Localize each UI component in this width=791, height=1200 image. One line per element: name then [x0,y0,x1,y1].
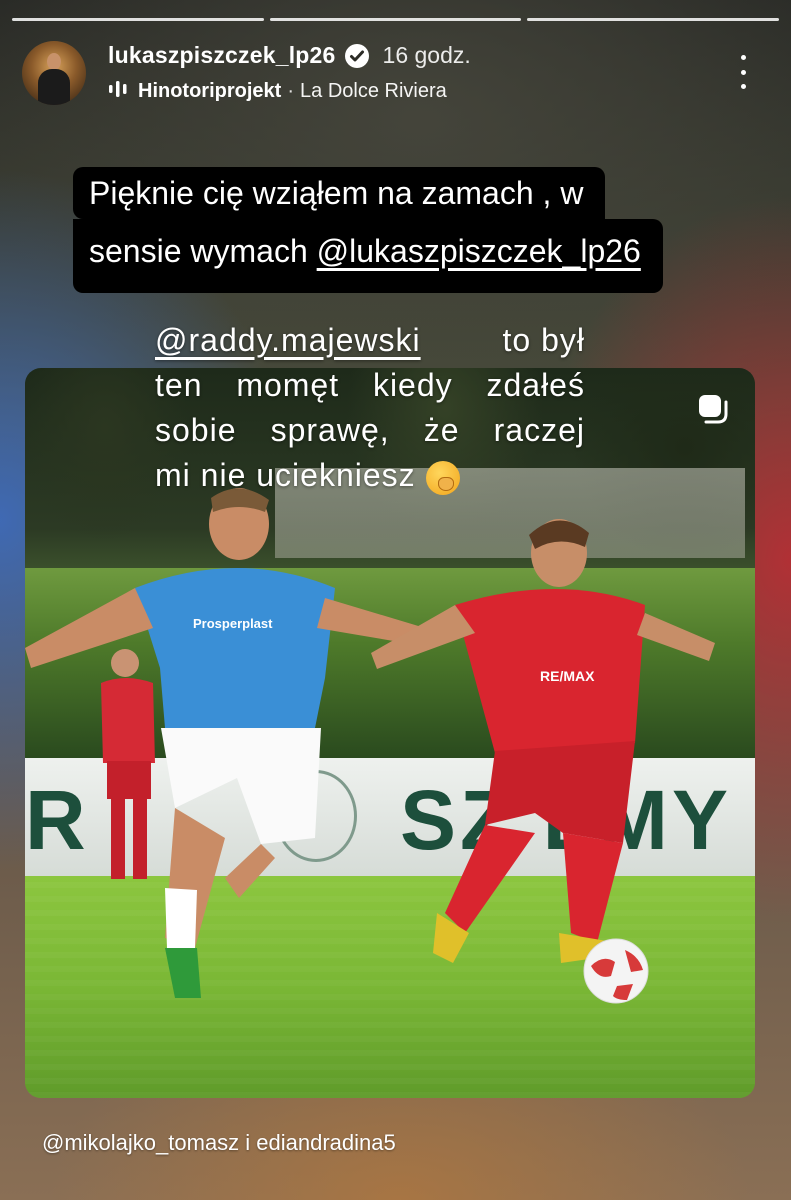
caption-word: zdałeś [486,367,585,403]
music-artist: Hinotoriprojekt [138,79,282,102]
jersey-sponsor-blue: Prosperplast [193,616,273,631]
story-header: lukaszpiszczek_lp26 16 godz. [108,42,471,69]
caption-word: to był [502,322,585,358]
verified-badge-icon [344,43,369,68]
mention-link[interactable]: @lukaszpiszczek_lp26 [317,233,641,269]
music-separator: · [287,79,295,102]
caption-word: momęt [236,367,340,403]
caption-word: że [423,412,460,448]
music-bars-icon [108,79,130,103]
sticker-line-2-text: sensie wymach [89,233,317,269]
caption-word: sobie [155,412,237,448]
progress-segment [527,18,780,21]
story-text-sticker: Pięknie cię wziąłem na zamach , w sensie… [73,167,663,293]
music-track: La Dolce Riviera [300,79,447,102]
caption-line: mi nie uciekniesz [155,457,416,493]
photo-caption: @raddy.majewski to był ten momęt kiedy z… [155,318,585,498]
face-with-hand-over-mouth-emoji [425,460,460,495]
post-time: 16 godz. [382,42,471,68]
username[interactable]: lukaszpiszczek_lp26 [108,42,336,69]
progress-segment [269,18,522,21]
progress-segment [12,18,264,21]
story-progress-bar [12,18,780,21]
music-info[interactable]: Hinotoriprojekt · La Dolce Riviera [108,79,447,103]
red-player: RE/MAX [371,519,715,963]
sticker-line-1: Pięknie cię wziąłem na zamach , w [73,167,605,219]
caption-word: ten [155,367,203,403]
mention-link[interactable]: @raddy.majewski [155,318,421,363]
jersey-sponsor-red: RE/MAX [540,668,595,684]
sticker-line-2: sensie wymach @lukaszpiszczek_lp26 [73,219,663,293]
repost-icon[interactable] [696,392,730,426]
avatar[interactable] [22,41,86,105]
football [583,938,649,1004]
caption-word: raczej [493,412,585,448]
tagged-users[interactable]: @mikolajko_tomasz i ediandradina5 [42,1130,396,1156]
caption-word: kiedy [372,367,453,403]
caption-word: sprawę, [270,412,390,448]
more-options-icon[interactable] [735,55,751,89]
